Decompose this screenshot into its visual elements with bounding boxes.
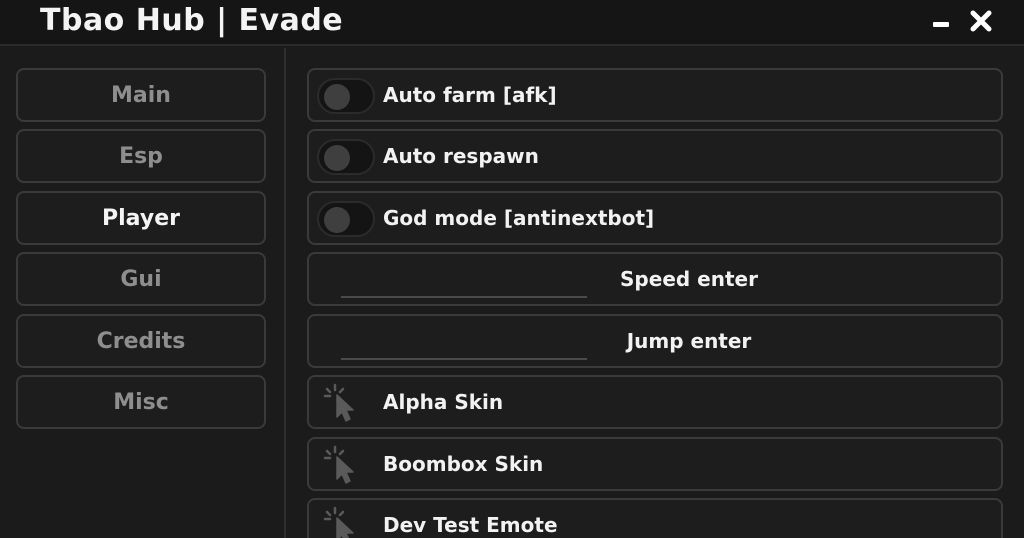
jump-input-row[interactable]: Jump enter (307, 314, 1003, 368)
tab-main[interactable]: Main (16, 68, 266, 122)
tab-label: Esp (119, 143, 163, 169)
tab-player[interactable]: Player (16, 191, 266, 245)
tab-esp[interactable]: Esp (16, 129, 266, 183)
button-label: Alpha Skin (383, 390, 504, 414)
tab-label: Misc (113, 389, 169, 415)
toggle-knob (324, 145, 350, 171)
tab-misc[interactable]: Misc (16, 375, 266, 429)
minus-icon (933, 22, 949, 27)
tab-label: Credits (96, 328, 186, 354)
dev-test-emote-button[interactable]: Dev Test Emote (307, 498, 1003, 538)
tab-credits[interactable]: Credits (16, 314, 266, 368)
player-tab-content: Auto farm [afk] Auto respawn God mode [a… (288, 48, 1024, 538)
window-title: Tbao Hub | Evade (40, 3, 344, 38)
toggle-label: Auto farm [afk] (383, 83, 557, 107)
toggle-knob (324, 84, 350, 110)
alpha-skin-button[interactable]: Alpha Skin (307, 375, 1003, 429)
speed-input-row[interactable]: Speed enter (307, 252, 1003, 306)
god-mode-row: God mode [antinextbot] (307, 191, 1003, 245)
god-mode-toggle[interactable] (317, 201, 375, 237)
auto-farm-toggle[interactable] (317, 78, 375, 114)
toggle-label: Auto respawn (383, 144, 539, 168)
close-button[interactable] (964, 4, 998, 38)
title-bar: Tbao Hub | Evade (0, 0, 1024, 46)
close-icon (970, 10, 992, 32)
tab-label: Main (111, 82, 171, 108)
tab-label: Player (102, 205, 180, 231)
input-label: Speed enter (620, 267, 758, 291)
toggle-label: God mode [antinextbot] (383, 206, 655, 230)
auto-farm-row: Auto farm [afk] (307, 68, 1003, 122)
auto-respawn-toggle[interactable] (317, 139, 375, 175)
boombox-skin-button[interactable]: Boombox Skin (307, 437, 1003, 491)
minimize-button[interactable] (924, 4, 958, 38)
button-label: Dev Test Emote (383, 513, 558, 537)
tab-sidebar: Main Esp Player Gui Credits Misc (0, 48, 286, 538)
cursor-click-icon (323, 506, 354, 538)
tab-gui[interactable]: Gui (16, 252, 266, 306)
hub-window: Tbao Hub | Evade Main Esp Player Gui Cre… (0, 0, 1024, 538)
cursor-click-icon (323, 445, 354, 484)
button-label: Boombox Skin (383, 452, 544, 476)
cursor-click-icon (323, 383, 354, 422)
auto-respawn-row: Auto respawn (307, 129, 1003, 183)
tab-label: Gui (120, 266, 162, 292)
toggle-knob (324, 207, 350, 233)
input-label: Jump enter (626, 329, 752, 353)
